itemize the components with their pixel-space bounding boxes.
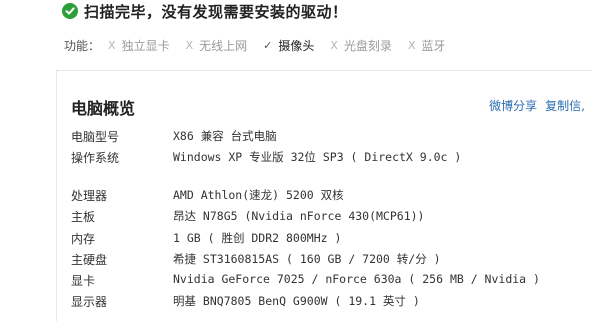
info-value: Nvidia GeForce 7025 / nForce 630a ( 256 … (173, 272, 540, 286)
scan-status-text: 扫描完毕，没有发现需要安装的驱动！ (84, 2, 348, 21)
info-key: 操作系统 (71, 151, 120, 165)
info-value: AMD Athlon(速龙) 5200 双核 (173, 188, 344, 202)
cross-icon: X (407, 38, 416, 52)
info-value: X86 兼容 台式电脑 (173, 129, 277, 143)
cross-icon: X (330, 38, 338, 52)
function-camera[interactable]: ✓ 摄像头 (263, 37, 314, 54)
function-item-label: 摄像头 (278, 38, 315, 53)
function-item-label: 光盘刻录 (343, 38, 392, 53)
cross-icon: X (108, 38, 116, 52)
copy-info-link[interactable]: 复制信, (545, 99, 585, 113)
info-key: 主硬盘 (71, 253, 108, 267)
info-key: 内存 (71, 232, 96, 246)
checkmark-icon: ✓ (263, 38, 273, 52)
info-key: 显卡 (71, 274, 96, 288)
share-links: 微博分享 复制信, (489, 97, 585, 114)
function-bluetooth[interactable]: X 蓝牙 (408, 37, 446, 54)
cross-icon: X (185, 38, 194, 52)
info-value: 1 GB ( 胜创 DDR2 800MHz ) (173, 231, 342, 245)
info-key: 主板 (71, 210, 96, 224)
function-item-label: 蓝牙 (421, 38, 446, 53)
overview-title: 电脑概览 (71, 99, 136, 118)
info-value: Windows XP 专业版 32位 SP3 ( DirectX 9.0c ) (173, 150, 462, 164)
function-item-label: 无线上网 (199, 38, 248, 53)
info-key: 电脑型号 (71, 130, 120, 144)
function-label: 功能： (64, 38, 101, 53)
info-key: 显示器 (71, 295, 108, 309)
info-value: 昂达 N78G5 (Nvidia nForce 430(MCP61)) (173, 209, 425, 223)
info-key: 处理器 (71, 189, 108, 203)
function-disc-burning[interactable]: X 光盘刻录 (330, 37, 392, 54)
function-filter-bar: 功能： X 独立显卡 X 无线上网 ✓ 摄像头 X 光盘刻录 X 蓝牙 (64, 36, 462, 54)
check-circle-icon (62, 3, 78, 19)
scan-status: 扫描完毕，没有发现需要安装的驱动！ (62, 0, 348, 22)
info-value: 明基 BNQ7805 BenQ G900W ( 19.1 英寸 ) (173, 294, 420, 308)
weibo-share-link[interactable]: 微博分享 (489, 99, 537, 113)
function-item-label: 独立显卡 (121, 38, 170, 53)
function-dedicated-gpu[interactable]: X 独立显卡 (108, 37, 170, 54)
info-value: 希捷 ST3160815AS ( 160 GB / 7200 转/分 ) (173, 252, 441, 266)
function-wireless[interactable]: X 无线上网 (186, 37, 248, 54)
